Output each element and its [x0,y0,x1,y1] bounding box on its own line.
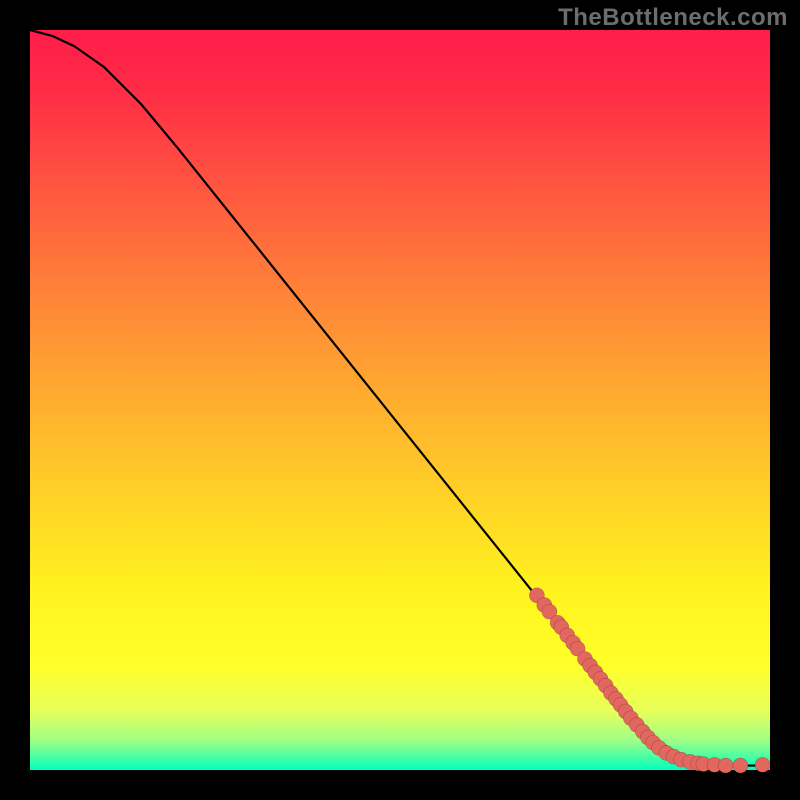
data-point [718,758,733,773]
plot-area [30,30,770,770]
bottleneck-curve [30,30,770,766]
plot-overlay-svg [30,30,770,770]
data-points-group [529,588,770,773]
data-point [733,758,748,773]
watermark-text: TheBottleneck.com [558,4,788,32]
chart-stage: TheBottleneck.com [0,0,800,800]
data-point [755,757,770,772]
